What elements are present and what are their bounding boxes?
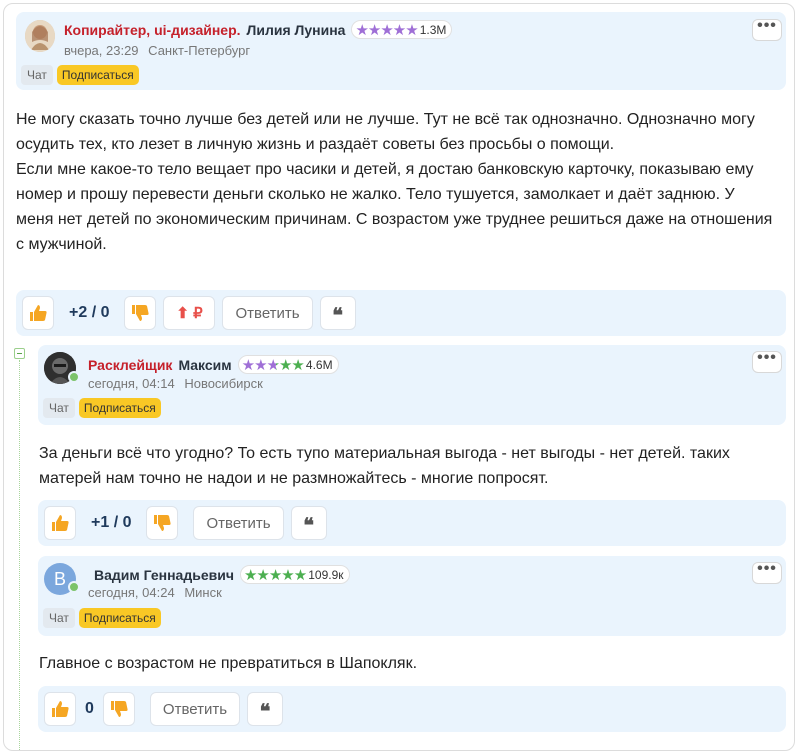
thumbs-down-icon xyxy=(132,305,150,321)
comment-meta: сегодня, 04:24 Минск xyxy=(88,585,222,600)
user-city: Новосибирск xyxy=(184,376,263,391)
quote-icon[interactable]: ❝ xyxy=(247,692,284,726)
star-rating-icon: ★★★★★ xyxy=(241,356,305,374)
online-status-icon xyxy=(68,371,80,383)
user-actions: Чат Подписаться xyxy=(21,65,139,85)
comment-actions: +2 / 0 ⬆ ₽ Ответить ❝ xyxy=(16,290,786,336)
reply-button[interactable]: Ответить xyxy=(222,296,313,330)
dislike-button[interactable] xyxy=(146,506,179,540)
comment-time[interactable]: вчера, 23:29 xyxy=(64,43,139,58)
reply-button[interactable]: Ответить xyxy=(149,692,241,726)
user-photo-icon xyxy=(25,20,55,52)
online-status-icon xyxy=(68,581,80,593)
thumbs-up-icon xyxy=(52,701,69,717)
vote-score: 0 xyxy=(85,700,94,717)
star-rating-icon: ★★★★★ xyxy=(355,21,418,39)
donate-button[interactable]: ⬆ ₽ xyxy=(163,296,216,330)
comment-body: За деньги всё что угодно? То есть тупо м… xyxy=(39,445,730,487)
author-line: Расклейщик Максим ★★★★★ 4.6M xyxy=(88,355,339,374)
chat-button[interactable]: Чат xyxy=(21,65,53,85)
thumbs-down-icon xyxy=(154,515,172,531)
like-button[interactable] xyxy=(22,296,54,330)
avatar-letter: В xyxy=(53,569,66,589)
thumbs-down-icon xyxy=(110,701,128,717)
rating-badge[interactable]: ★★★★★ 4.6M xyxy=(237,355,339,374)
user-actions: Чат Подписаться xyxy=(43,608,161,628)
like-button[interactable] xyxy=(44,692,76,726)
more-menu-icon[interactable]: ••• xyxy=(752,18,782,41)
like-button[interactable] xyxy=(44,506,76,540)
comment-meta: вчера, 23:29 Санкт-Петербург xyxy=(64,43,250,58)
user-city: Минск xyxy=(184,585,222,600)
user-name[interactable]: Вадим Геннадьевич xyxy=(94,567,234,583)
comment-actions: +1 / 0 Ответить ❝ xyxy=(38,500,786,546)
author-line: Копирайтер, ui-дизайнер. Лилия Лунина ★★… xyxy=(64,20,453,39)
star-rating-icon: ★★★★★ xyxy=(243,566,307,584)
vote-score: +1 / 0 xyxy=(91,514,132,531)
comment-time[interactable]: сегодня, 04:14 xyxy=(88,376,175,391)
subscribe-button[interactable]: Подписаться xyxy=(78,398,161,418)
followers-count: 4.6M xyxy=(305,357,333,372)
comment-body: Не могу сказать точно лучше без детей ил… xyxy=(16,111,773,253)
comment-meta: сегодня, 04:14 Новосибирск xyxy=(88,376,263,391)
author-line: Вадим Геннадьевич ★★★★★ 109.9к xyxy=(94,565,350,584)
chat-button[interactable]: Чат xyxy=(43,398,75,418)
subscribe-button[interactable]: Подписаться xyxy=(56,65,139,85)
followers-count: 109.9к xyxy=(308,567,344,582)
comment-text: Не могу сказать точно лучше без детей ил… xyxy=(16,107,776,257)
more-menu-icon[interactable]: ••• xyxy=(752,350,782,373)
dislike-button[interactable] xyxy=(124,296,157,330)
comment-text: За деньги всё что угодно? То есть тупо м… xyxy=(39,441,779,491)
comment-actions: 0 Ответить ❝ xyxy=(38,686,786,732)
subscribe-button[interactable]: Подписаться xyxy=(78,608,161,628)
thumbs-up-icon xyxy=(30,305,47,321)
comment-time[interactable]: сегодня, 04:24 xyxy=(88,585,175,600)
comment-body: Главное с возрастом не превратиться в Ша… xyxy=(39,655,418,672)
thread-line xyxy=(19,360,20,750)
vote-score: +2 / 0 xyxy=(69,304,110,321)
chat-button[interactable]: Чат xyxy=(43,608,75,628)
quote-icon[interactable]: ❝ xyxy=(319,296,356,330)
quote-icon[interactable]: ❝ xyxy=(290,506,327,540)
user-name[interactable]: Лилия Лунина xyxy=(247,22,346,38)
avatar[interactable] xyxy=(25,20,55,52)
rating-badge[interactable]: ★★★★★ 1.3M xyxy=(351,20,453,39)
more-menu-icon[interactable]: ••• xyxy=(752,561,782,584)
followers-count: 1.3M xyxy=(419,22,447,37)
comment-text: Главное с возрастом не превратиться в Ша… xyxy=(39,651,779,676)
user-actions: Чат Подписаться xyxy=(43,398,161,418)
dislike-button[interactable] xyxy=(102,692,135,726)
collapse-thread-icon[interactable] xyxy=(14,348,25,359)
user-rank[interactable]: Расклейщик xyxy=(88,357,172,373)
user-name[interactable]: Максим xyxy=(178,357,231,373)
reply-button[interactable]: Ответить xyxy=(193,506,284,540)
thumbs-up-icon xyxy=(52,515,69,531)
user-rank[interactable]: Копирайтер, ui-дизайнер. xyxy=(64,22,241,38)
rating-badge[interactable]: ★★★★★ 109.9к xyxy=(239,565,350,584)
user-city: Санкт-Петербург xyxy=(148,43,251,58)
